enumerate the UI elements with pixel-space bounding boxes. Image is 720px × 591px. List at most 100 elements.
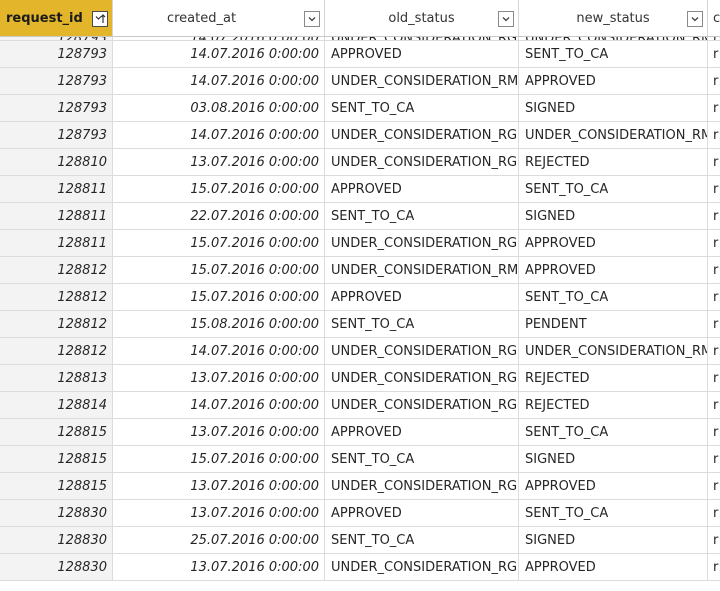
table-row[interactable]: 128814 14.07.2016 0:00:00 UNDER_CONSIDER… xyxy=(0,392,720,419)
cell-new-status: APPROVED xyxy=(519,554,708,580)
cell-new-status: SENT_TO_CA xyxy=(519,176,708,202)
table-row[interactable]: 128812 15.07.2016 0:00:00 APPROVED SENT_… xyxy=(0,284,720,311)
column-header-extra[interactable]: c xyxy=(708,0,720,36)
cell-new-status: APPROVED xyxy=(519,473,708,499)
cell-created-at: 14.07.2016 0:00:00 xyxy=(113,68,325,94)
table-row[interactable]: 128811 22.07.2016 0:00:00 SENT_TO_CA SIG… xyxy=(0,203,720,230)
cell-old-status: UNDER_CONSIDERATION_RG xyxy=(325,473,519,499)
column-label: request_id xyxy=(6,10,83,26)
cell-request-id: 128815 xyxy=(0,446,113,472)
table-row[interactable]: 128812 15.08.2016 0:00:00 SENT_TO_CA PEN… xyxy=(0,311,720,338)
cell-extra: r xyxy=(708,68,720,94)
cell-old-status: UNDER_CONSIDERATION_RM xyxy=(325,68,519,94)
cell-old-status: UNDER_CONSIDERATION_RG xyxy=(325,230,519,256)
table-row[interactable]: 128813 13.07.2016 0:00:00 UNDER_CONSIDER… xyxy=(0,365,720,392)
cell-request-id: 128793 xyxy=(0,68,113,94)
column-label: old_status xyxy=(388,10,455,26)
table-row[interactable]: 128815 15.07.2016 0:00:00 SENT_TO_CA SIG… xyxy=(0,446,720,473)
cell-new-status: PENDENT xyxy=(519,311,708,337)
cell-old-status: SENT_TO_CA xyxy=(325,203,519,229)
table-row[interactable]: 128793 14.07.2016 0:00:00 UNDER_CONSIDER… xyxy=(0,122,720,149)
table-row[interactable]: 128815 13.07.2016 0:00:00 UNDER_CONSIDER… xyxy=(0,473,720,500)
cell-request-id: 128810 xyxy=(0,149,113,175)
table-row[interactable]: 128812 14.07.2016 0:00:00 UNDER_CONSIDER… xyxy=(0,338,720,365)
table-row[interactable]: 128793 03.08.2016 0:00:00 SENT_TO_CA SIG… xyxy=(0,95,720,122)
cell-new-status: SIGNED xyxy=(519,527,708,553)
cell-old-status: APPROVED xyxy=(325,41,519,67)
cell-created-at: 13.07.2016 0:00:00 xyxy=(113,500,325,526)
cell-request-id: 128811 xyxy=(0,203,113,229)
sort-ascending-icon[interactable] xyxy=(92,11,108,27)
cell-request-id: 128815 xyxy=(0,473,113,499)
cell-created-at: 14.07.2016 0:00:00 xyxy=(113,41,325,67)
column-header-old-status[interactable]: old_status xyxy=(325,0,519,36)
cell-old-status: SENT_TO_CA xyxy=(325,311,519,337)
cell-request-id: 128812 xyxy=(0,257,113,283)
cell-created-at: 14.07.2016 0:00:00 xyxy=(113,122,325,148)
cell-old-status: SENT_TO_CA xyxy=(325,95,519,121)
cell-request-id: 128815 xyxy=(0,419,113,445)
table-row[interactable]: 128830 13.07.2016 0:00:00 UNDER_CONSIDER… xyxy=(0,554,720,581)
column-label: created_at xyxy=(166,10,237,26)
table-row[interactable]: 128793 14.07.2016 0:00:00 UNDER_CONSIDER… xyxy=(0,68,720,95)
cell-new-status: SENT_TO_CA xyxy=(519,284,708,310)
cell-new-status: UNDER_CONSIDERATION_RM xyxy=(519,122,708,148)
chevron-down-icon[interactable] xyxy=(304,11,320,27)
table-row[interactable]: 128830 25.07.2016 0:00:00 SENT_TO_CA SIG… xyxy=(0,527,720,554)
cell-new-status: SENT_TO_CA xyxy=(519,419,708,445)
cell-new-status: SENT_TO_CA xyxy=(519,41,708,67)
cell-extra: r xyxy=(708,257,720,283)
table-row[interactable]: 128793 14.07.2016 0:00:00 APPROVED SENT_… xyxy=(0,41,720,68)
cell-old-status: UNDER_CONSIDERATION_RG xyxy=(325,365,519,391)
cell-created-at: 13.07.2016 0:00:00 xyxy=(113,149,325,175)
cell-extra: r xyxy=(708,122,720,148)
chevron-down-icon[interactable] xyxy=(498,11,514,27)
cell-extra: r xyxy=(708,338,720,364)
cell-created-at: 13.07.2016 0:00:00 xyxy=(113,554,325,580)
cell-request-id: 128813 xyxy=(0,365,113,391)
cell-new-status: REJECTED xyxy=(519,149,708,175)
table-row[interactable]: 128811 15.07.2016 0:00:00 UNDER_CONSIDER… xyxy=(0,230,720,257)
cell-extra: r xyxy=(708,176,720,202)
cell-created-at: 14.07.2016 0:00:00 xyxy=(113,392,325,418)
cell-request-id: 128812 xyxy=(0,338,113,364)
cell-new-status: APPROVED xyxy=(519,230,708,256)
cell-request-id: 128811 xyxy=(0,176,113,202)
cell-old-status: UNDER_CONSIDERATION_RG xyxy=(325,149,519,175)
column-header-created-at[interactable]: created_at xyxy=(113,0,325,36)
column-header-new-status[interactable]: new_status xyxy=(519,0,708,36)
cell-extra: r xyxy=(708,41,720,67)
cell-extra: r xyxy=(708,203,720,229)
chevron-down-icon[interactable] xyxy=(687,11,703,27)
cell-created-at: 15.07.2016 0:00:00 xyxy=(113,446,325,472)
table-row[interactable]: 128830 13.07.2016 0:00:00 APPROVED SENT_… xyxy=(0,500,720,527)
data-table: request_id created_at old_status new_sta… xyxy=(0,0,720,591)
cell-extra: r xyxy=(708,419,720,445)
cell-extra: r xyxy=(708,500,720,526)
cell-request-id: 128814 xyxy=(0,392,113,418)
cell-request-id: 128830 xyxy=(0,527,113,553)
cell-created-at: 14.07.2016 0:00:00 xyxy=(113,338,325,364)
column-header-request-id[interactable]: request_id xyxy=(0,0,113,36)
cell-new-status: UNDER_CONSIDERATION_RM xyxy=(519,338,708,364)
cell-created-at: 15.07.2016 0:00:00 xyxy=(113,230,325,256)
table-header: request_id created_at old_status new_sta… xyxy=(0,0,720,37)
cell-extra: r xyxy=(708,527,720,553)
cell-extra: r xyxy=(708,95,720,121)
cell-new-status: SIGNED xyxy=(519,95,708,121)
column-label: c xyxy=(713,10,720,26)
cell-extra: r xyxy=(708,554,720,580)
cell-created-at: 03.08.2016 0:00:00 xyxy=(113,95,325,121)
cell-old-status: UNDER_CONSIDERATION_RG xyxy=(325,554,519,580)
cell-extra: r xyxy=(708,446,720,472)
cell-created-at: 25.07.2016 0:00:00 xyxy=(113,527,325,553)
table-row[interactable]: 128810 13.07.2016 0:00:00 UNDER_CONSIDER… xyxy=(0,149,720,176)
cell-old-status: APPROVED xyxy=(325,284,519,310)
table-row[interactable]: 128812 15.07.2016 0:00:00 UNDER_CONSIDER… xyxy=(0,257,720,284)
cell-extra: r xyxy=(708,284,720,310)
table-body: 128793 14.07.2016 0:00:00 UNDER_CONSIDER… xyxy=(0,32,720,581)
table-row[interactable]: 128811 15.07.2016 0:00:00 APPROVED SENT_… xyxy=(0,176,720,203)
cell-created-at: 15.07.2016 0:00:00 xyxy=(113,257,325,283)
table-row[interactable]: 128815 13.07.2016 0:00:00 APPROVED SENT_… xyxy=(0,419,720,446)
cell-old-status: UNDER_CONSIDERATION_RM xyxy=(325,257,519,283)
